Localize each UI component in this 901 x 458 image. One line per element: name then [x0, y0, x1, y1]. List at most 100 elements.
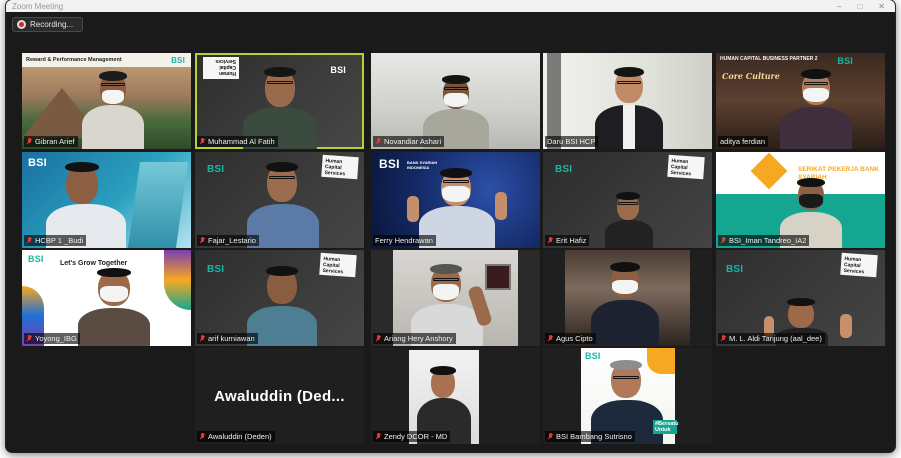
video-tile[interactable]: BSI Let's Grow Together Yoyong_IBG	[22, 250, 191, 346]
participant-name-tag: Fajar_Lestario	[197, 235, 259, 246]
participant-video	[595, 65, 663, 149]
video-tile[interactable]: BSI Human Capital Services M. L. Aldi Ta…	[716, 250, 885, 346]
participant-name-tag: M. L. Aldi Tanjung (aal_dee)	[718, 333, 825, 344]
thumbs-up-hand	[495, 192, 507, 220]
bsi-logo: BSI	[379, 157, 400, 171]
participant-name: Fajar_Lestario	[208, 236, 256, 245]
campaign-badge: #Bersatu Untuk	[653, 420, 679, 434]
slide-title: Let's Grow Together	[60, 260, 128, 267]
participant-name: Novandiar Ashari	[384, 137, 442, 146]
mic-muted-icon	[720, 236, 727, 245]
mic-muted-icon	[547, 432, 554, 441]
video-tile[interactable]: Zendy DCOR - MD	[371, 348, 540, 444]
participant-video	[605, 192, 653, 248]
participant-video	[780, 67, 852, 149]
participant-name: Yoyong_IBG	[35, 334, 77, 343]
mic-muted-icon	[26, 334, 33, 343]
video-tile[interactable]: BSI Human Capital Services arif kurniawa…	[195, 250, 364, 346]
zoom-meeting-window: Zoom Meeting – □ ✕ Recording... Reward &…	[6, 0, 895, 452]
maximize-button[interactable]: □	[857, 2, 862, 11]
participant-display-name: Awaluddin (Ded...	[214, 387, 345, 405]
mic-muted-icon	[199, 137, 206, 146]
participant-name-tag: aditya ferdian	[718, 136, 769, 147]
participant-name-tag: Daru BSI HCP	[545, 136, 599, 147]
mic-muted-icon	[199, 432, 206, 441]
slide-title: Reward & Performance Management	[26, 57, 122, 63]
participant-name: Gibran Arief	[35, 137, 75, 146]
human-capital-card: Human Capital Services	[321, 154, 359, 180]
mic-muted-icon	[199, 236, 206, 245]
thumbs-up-hand	[407, 196, 419, 222]
video-tile[interactable]: BSI Human Capital Services Erit Hafiz	[543, 152, 712, 248]
mic-muted-icon	[375, 432, 382, 441]
participant-name: Zendy DCOR - MD	[384, 432, 448, 441]
video-tile[interactable]: Reward & Performance Management BSI Gibr…	[22, 53, 191, 149]
participant-video	[78, 268, 150, 346]
human-capital-card: Human Capital Services	[840, 252, 878, 278]
participant-name-tag: Agus Cipto	[545, 333, 596, 344]
participant-name: Ariang Hery Anshory	[384, 334, 453, 343]
video-tile[interactable]: Agus Cipto	[543, 250, 712, 346]
decorative-wave	[164, 250, 191, 310]
mic-muted-icon	[26, 137, 33, 146]
mic-muted-icon	[199, 334, 206, 343]
participant-name-tag: BSI_Iman Tandreo_IA2	[718, 235, 810, 246]
window-title: Zoom Meeting	[12, 1, 64, 11]
participant-name: M. L. Aldi Tanjung (aal_dee)	[729, 334, 822, 343]
title-bar: Zoom Meeting – □ ✕	[6, 0, 895, 12]
video-tile[interactable]: Novandiar Ashari	[371, 53, 540, 149]
banner-text: HUMAN CAPITAL BUSINESS PARTNER 2	[720, 56, 818, 62]
video-tile[interactable]: Human Capital Services BSI Muhammad Al F…	[195, 53, 364, 149]
participant-name-tag: Yoyong_IBG	[24, 333, 80, 344]
video-tile[interactable]: Awaluddin (Ded... Awaluddin (Deden)	[195, 348, 364, 444]
bsi-logo: BSI	[28, 157, 47, 169]
close-button[interactable]: ✕	[878, 2, 885, 11]
participant-name: Muhammad Al Fatih	[208, 137, 275, 146]
participant-video	[591, 262, 659, 346]
bsi-logo: BSI	[207, 264, 225, 275]
participant-name: Daru BSI HCP	[547, 137, 596, 146]
thumbs-up-hand	[840, 314, 852, 338]
recording-indicator[interactable]: Recording...	[12, 17, 83, 32]
video-tile[interactable]: BSI Human Capital Services Fajar_Lestari…	[195, 152, 364, 248]
participant-name: Agus Cipto	[556, 334, 593, 343]
participant-name: BSI Bambang Sutrisno	[556, 432, 632, 441]
bsi-logo: BSI	[28, 254, 44, 264]
participant-name-tag: arif kurniawan	[197, 333, 258, 344]
minimize-button[interactable]: –	[837, 2, 841, 11]
video-tile[interactable]: BSI #Bersatu Untuk BSI Bambang Sutrisno	[543, 348, 712, 444]
participant-name: HCBP 1 _Budi	[35, 236, 84, 245]
bsi-logo: BSI	[207, 164, 225, 175]
participant-name: Ferry Hendrawan	[375, 236, 433, 245]
video-tile[interactable]: Daru BSI HCP	[543, 53, 712, 149]
human-capital-card: Human Capital Services	[667, 154, 705, 180]
wall-frame	[485, 264, 511, 290]
record-dot-icon	[17, 20, 26, 29]
participant-name: aditya ferdian	[720, 137, 766, 146]
mic-muted-icon	[26, 236, 33, 245]
participant-video	[82, 71, 144, 149]
participant-name-tag: Muhammad Al Fatih	[197, 136, 278, 147]
mic-muted-icon	[720, 334, 727, 343]
bsi-logo: BSI	[171, 56, 185, 65]
participant-name-tag: BSI Bambang Sutrisno	[545, 431, 635, 442]
bsi-logo: BSI	[837, 56, 853, 66]
bsi-logo: BSI	[330, 65, 346, 75]
mic-muted-icon	[547, 334, 554, 343]
participant-name: BSI_Iman Tandreo_IA2	[729, 236, 807, 245]
participant-name-tag: Awaluddin (Deden)	[197, 431, 275, 442]
video-tile[interactable]: BSI BANK SYARIAH INDONESIA Ferry Hendraw…	[371, 152, 540, 248]
video-tile[interactable]: BSI HCBP 1 _Budi	[22, 152, 191, 248]
building-shape	[127, 162, 189, 248]
video-tile[interactable]: SERIKAT PEKERJA BANK SYARIAH BSI_Iman Ta…	[716, 152, 885, 248]
video-tile[interactable]: Ariang Hery Anshory	[371, 250, 540, 346]
participant-name-tag: Ferry Hendrawan	[373, 235, 436, 246]
mic-muted-icon	[547, 236, 554, 245]
mic-muted-icon	[375, 137, 382, 146]
participant-name: Awaluddin (Deden)	[208, 432, 272, 441]
core-culture-text: Core Culture	[722, 71, 780, 81]
mic-muted-icon	[375, 334, 382, 343]
video-tile[interactable]: HUMAN CAPITAL BUSINESS PARTNER 2 BSI Cor…	[716, 53, 885, 149]
human-capital-card: Human Capital Services	[203, 57, 239, 79]
participant-name-tag: Zendy DCOR - MD	[373, 431, 451, 442]
